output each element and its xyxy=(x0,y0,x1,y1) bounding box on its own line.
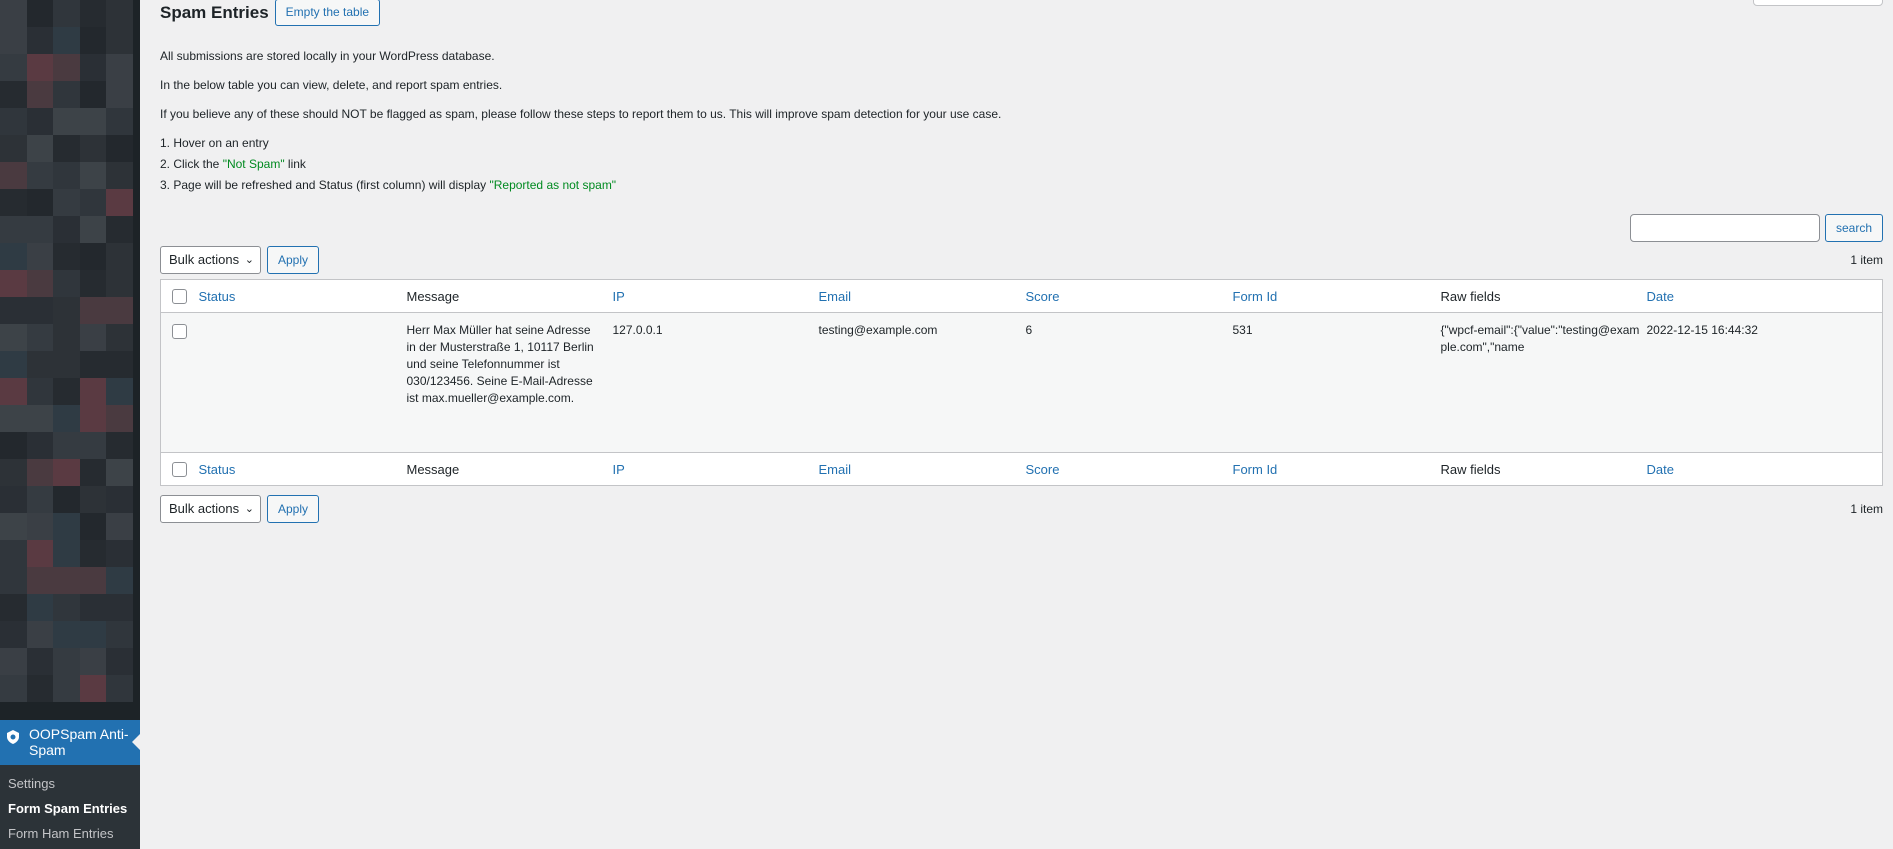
cell-date: 2022-12-15 16:44:32 xyxy=(1646,312,1883,453)
shield-icon xyxy=(7,730,19,744)
select-all-checkbox[interactable] xyxy=(172,289,187,305)
cell-score: 6 xyxy=(1025,312,1233,453)
step-2: 2. Click the "Not Spam" link xyxy=(160,157,306,171)
column-ip-footer[interactable]: IP xyxy=(613,462,625,477)
cell-email: testing@example.com xyxy=(818,312,1026,453)
column-score[interactable]: Score xyxy=(1026,289,1060,304)
column-form-id-footer[interactable]: Form Id xyxy=(1233,462,1278,477)
admin-sidebar: OOPSpam Anti-Spam Settings Form Spam Ent… xyxy=(0,0,140,849)
chevron-down-icon: ⌄ xyxy=(244,254,254,266)
row-checkbox[interactable] xyxy=(172,324,187,340)
search-button[interactable]: search xyxy=(1824,214,1883,242)
submenu-item-ham-entries[interactable]: Form Ham Entries xyxy=(0,821,140,846)
step-3: 3. Page will be refreshed and Status (fi… xyxy=(160,178,617,192)
not-spam-highlight: "Not Spam" xyxy=(222,157,285,171)
entries-table: Status Message IP Email Score Form Id Ra… xyxy=(160,279,1883,486)
column-date[interactable]: Date xyxy=(1647,289,1674,304)
reported-highlight: "Reported as not spam" xyxy=(489,178,617,192)
cell-raw-fields: {"wpcf-email":{"value":"testing@example.… xyxy=(1440,312,1647,453)
column-email[interactable]: Email xyxy=(819,289,852,304)
sidebar-item-oopspam[interactable]: OOPSpam Anti-Spam xyxy=(0,720,140,765)
table-row[interactable]: Herr Max Müller hat seine Adresse in der… xyxy=(160,312,1883,453)
column-message: Message xyxy=(406,288,460,304)
description-table: In the below table you can view, delete,… xyxy=(160,78,503,92)
column-score-footer[interactable]: Score xyxy=(1026,462,1060,477)
bulk-actions-select-bottom[interactable]: Bulk actions ⌄ xyxy=(160,495,261,523)
select-all-checkbox-footer[interactable] xyxy=(172,462,187,478)
cell-message: Herr Max Müller hat seine Adresse in der… xyxy=(406,312,613,453)
plugin-submenu: Settings Form Spam Entries Form Ham Entr… xyxy=(0,765,140,849)
column-message-footer: Message xyxy=(406,461,460,477)
search-box: search xyxy=(1629,214,1883,242)
description-report: If you believe any of these should NOT b… xyxy=(160,107,1002,121)
column-ip[interactable]: IP xyxy=(613,289,625,304)
column-raw-fields-footer: Raw fields xyxy=(1440,461,1501,477)
column-raw-fields: Raw fields xyxy=(1440,288,1501,304)
description-storage: All submissions are stored locally in yo… xyxy=(160,49,495,63)
column-status-footer[interactable]: Status xyxy=(199,462,236,477)
column-status[interactable]: Status xyxy=(199,289,236,304)
cell-form-id: 531 xyxy=(1232,312,1441,453)
page-title: Spam Entries xyxy=(160,3,269,22)
step-1: 1. Hover on an entry xyxy=(160,136,269,150)
tablenav-bottom: Bulk actions ⌄ Apply 1 item xyxy=(160,495,1883,525)
column-email-footer[interactable]: Email xyxy=(819,462,852,477)
plugin-menu-label: OOPSpam Anti-Spam xyxy=(29,726,129,758)
blurred-menu-area xyxy=(0,0,133,705)
apply-button[interactable]: Apply xyxy=(267,246,320,274)
column-form-id[interactable]: Form Id xyxy=(1233,289,1278,304)
bulk-actions-select[interactable]: Bulk actions ⌄ xyxy=(160,246,261,274)
tablenav-top: Bulk actions ⌄ Apply 1 item xyxy=(160,246,1883,276)
search-input[interactable] xyxy=(1629,214,1820,242)
apply-button-bottom[interactable]: Apply xyxy=(267,495,320,523)
cell-ip: 127.0.0.1 xyxy=(612,312,819,453)
column-date-footer[interactable]: Date xyxy=(1647,462,1674,477)
item-count-bottom: 1 item xyxy=(1850,502,1883,516)
table-header-row: Status Message IP Email Score Form Id Ra… xyxy=(160,279,1883,313)
table-footer-row: Status Message IP Email Score Form Id Ra… xyxy=(160,452,1883,486)
heading-row: Spam Entries Empty the table xyxy=(160,0,381,26)
chevron-down-icon: ⌄ xyxy=(244,503,254,515)
cell-status xyxy=(198,312,407,453)
item-count: 1 item xyxy=(1850,253,1883,267)
screen-options-toggle[interactable] xyxy=(1753,0,1883,6)
empty-table-button[interactable]: Empty the table xyxy=(274,0,381,26)
submenu-item-settings[interactable]: Settings xyxy=(0,771,140,796)
submenu-item-spam-entries[interactable]: Form Spam Entries xyxy=(0,796,140,821)
